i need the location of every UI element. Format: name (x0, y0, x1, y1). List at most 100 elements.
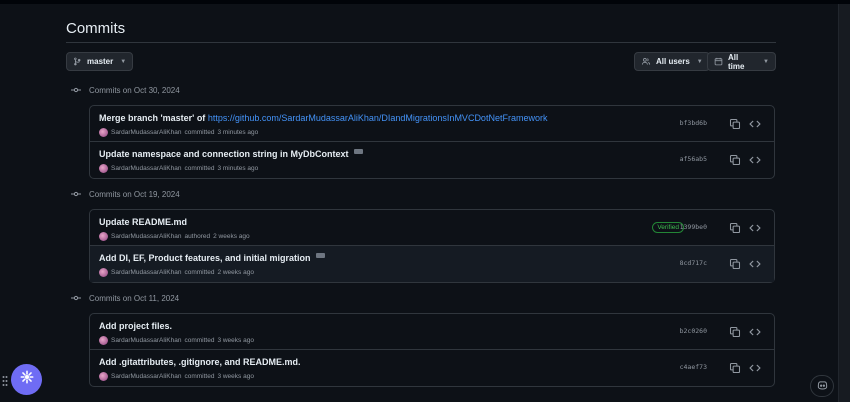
commit-message[interactable]: Update README.md (99, 217, 187, 227)
copy-icon[interactable] (729, 221, 741, 234)
commit-action: committed (184, 129, 215, 136)
code-icon[interactable] (749, 325, 761, 337)
commit-action: committed (184, 165, 215, 172)
users-filter-label: All users (656, 57, 690, 66)
git-commit-icon (71, 293, 81, 303)
commit-row[interactable]: Add DI, EF, Product features, and initia… (90, 246, 774, 282)
commit-group-heading: Commits on Oct 30, 2024 (66, 75, 776, 105)
git-commit-icon (71, 85, 81, 95)
commit-group-heading: Commits on Oct 19, 2024 (66, 179, 776, 209)
filter-controls: master ▼ All users ▼ All time ▼ (66, 52, 776, 71)
git-commit-icon (71, 189, 81, 199)
commit-action: committed (184, 269, 215, 276)
users-filter-button[interactable]: All users ▼ (634, 52, 710, 71)
commit-sha[interactable]: c4aef73 (680, 363, 707, 371)
commit-time: 2 weeks ago (213, 233, 250, 240)
page-scrollbar[interactable] (838, 4, 850, 402)
commit-meta: SardarMudassarAliKhan committed 3 weeks … (99, 336, 254, 345)
commit-list: Update README.md SardarMudassarAliKhan a… (89, 209, 775, 283)
commit-sha[interactable]: af56ab5 (680, 155, 707, 163)
code-icon[interactable] (749, 221, 761, 233)
commit-author[interactable]: SardarMudassarAliKhan (111, 129, 181, 136)
commit-time: 3 weeks ago (217, 373, 254, 380)
commit-message[interactable]: Update namespace and connection string i… (99, 149, 363, 159)
copy-icon[interactable] (729, 257, 741, 270)
people-icon (641, 57, 651, 66)
code-icon[interactable] (749, 117, 761, 129)
commit-row[interactable]: Add project files. SardarMudassarAliKhan… (90, 314, 774, 350)
avatar[interactable] (99, 232, 108, 241)
code-icon[interactable] (749, 361, 761, 373)
commit-group-heading: Commits on Oct 11, 2024 (66, 283, 776, 313)
avatar[interactable] (99, 372, 108, 381)
commit-action: committed (184, 337, 215, 344)
commit-group-date: Commits on Oct 11, 2024 (89, 293, 180, 303)
commit-message-text: Update namespace and connection string i… (99, 149, 349, 159)
commit-meta: SardarMudassarAliKhan committed 2 weeks … (99, 268, 254, 277)
commit-group: Commits on Oct 30, 2024 Merge branch 'ma… (66, 75, 776, 179)
time-filter-label: All time (728, 52, 745, 71)
commit-message[interactable]: Add .gitattributes, .gitignore, and READ… (99, 357, 301, 367)
commit-time: 2 weeks ago (217, 269, 254, 276)
assistant-fab-button[interactable] (11, 364, 42, 395)
copilot-icon (817, 377, 828, 395)
commit-sha[interactable]: 8cd717c (680, 259, 707, 267)
commit-sha[interactable]: 1399be0 (680, 223, 707, 231)
commit-message-text: Add DI, EF, Product features, and initia… (99, 253, 311, 263)
commit-row[interactable]: Update README.md SardarMudassarAliKhan a… (90, 210, 774, 246)
copy-icon[interactable] (729, 117, 741, 130)
avatar[interactable] (99, 128, 108, 137)
commit-group-date: Commits on Oct 30, 2024 (89, 85, 180, 95)
copy-icon[interactable] (729, 153, 741, 166)
commit-meta: SardarMudassarAliKhan authored 2 weeks a… (99, 232, 250, 241)
chevron-down-icon: ▼ (120, 58, 127, 65)
commit-sha[interactable]: bf3bd6b (680, 119, 707, 127)
commit-group-date: Commits on Oct 19, 2024 (89, 189, 180, 199)
spark-icon (20, 370, 34, 389)
branch-selector-button[interactable]: master ▼ (66, 52, 134, 71)
commit-message-text: Merge branch 'master' of (99, 113, 208, 123)
commit-time: 3 minutes ago (217, 165, 259, 172)
chevron-down-icon: ▼ (763, 58, 769, 65)
commit-action: committed (184, 373, 215, 380)
commits-page: Commits master ▼ All users ▼ All time ▼ (66, 4, 776, 387)
commit-author[interactable]: SardarMudassarAliKhan (111, 233, 181, 240)
commit-time: 3 minutes ago (217, 129, 259, 136)
grip-icon[interactable] (2, 374, 8, 386)
commit-row[interactable]: Update namespace and connection string i… (90, 142, 774, 178)
branch-selector-label: master (87, 57, 114, 66)
commit-author[interactable]: SardarMudassarAliKhan (111, 269, 181, 276)
avatar[interactable] (99, 336, 108, 345)
commit-author[interactable]: SardarMudassarAliKhan (111, 373, 181, 380)
git-branch-icon (73, 57, 82, 66)
code-icon[interactable] (749, 153, 761, 165)
commit-meta: SardarMudassarAliKhan committed 3 minute… (99, 128, 258, 137)
avatar[interactable] (99, 268, 108, 277)
copy-icon[interactable] (729, 361, 741, 374)
commit-meta: SardarMudassarAliKhan committed 3 minute… (99, 164, 258, 173)
commit-list: Add project files. SardarMudassarAliKhan… (89, 313, 775, 387)
commit-author[interactable]: SardarMudassarAliKhan (111, 337, 181, 344)
commit-message[interactable]: Add project files. (99, 321, 172, 331)
commit-time: 3 weeks ago (217, 337, 254, 344)
time-filter-button[interactable]: All time ▼ (707, 52, 776, 71)
commit-message[interactable]: Merge branch 'master' of https://github.… (99, 113, 547, 123)
expand-message-icon[interactable] (353, 149, 363, 155)
copy-icon[interactable] (729, 325, 741, 338)
commit-group: Commits on Oct 11, 2024 Add project file… (66, 283, 776, 387)
commit-meta: SardarMudassarAliKhan committed 3 weeks … (99, 372, 254, 381)
expand-message-icon[interactable] (315, 253, 325, 259)
commit-group: Commits on Oct 19, 2024 Update README.md… (66, 179, 776, 283)
calendar-icon (714, 57, 723, 66)
commit-sha[interactable]: b2c0260 (680, 327, 707, 335)
commit-row[interactable]: Add .gitattributes, .gitignore, and READ… (90, 350, 774, 386)
page-title: Commits (66, 20, 126, 37)
commit-message-link[interactable]: https://github.com/SardarMudassarAliKhan… (208, 113, 548, 123)
avatar[interactable] (99, 164, 108, 173)
code-icon[interactable] (749, 257, 761, 269)
commit-message[interactable]: Add DI, EF, Product features, and initia… (99, 253, 325, 263)
title-divider (66, 42, 776, 43)
copilot-button[interactable] (810, 375, 834, 397)
commit-author[interactable]: SardarMudassarAliKhan (111, 165, 181, 172)
commit-row[interactable]: Merge branch 'master' of https://github.… (90, 106, 774, 142)
